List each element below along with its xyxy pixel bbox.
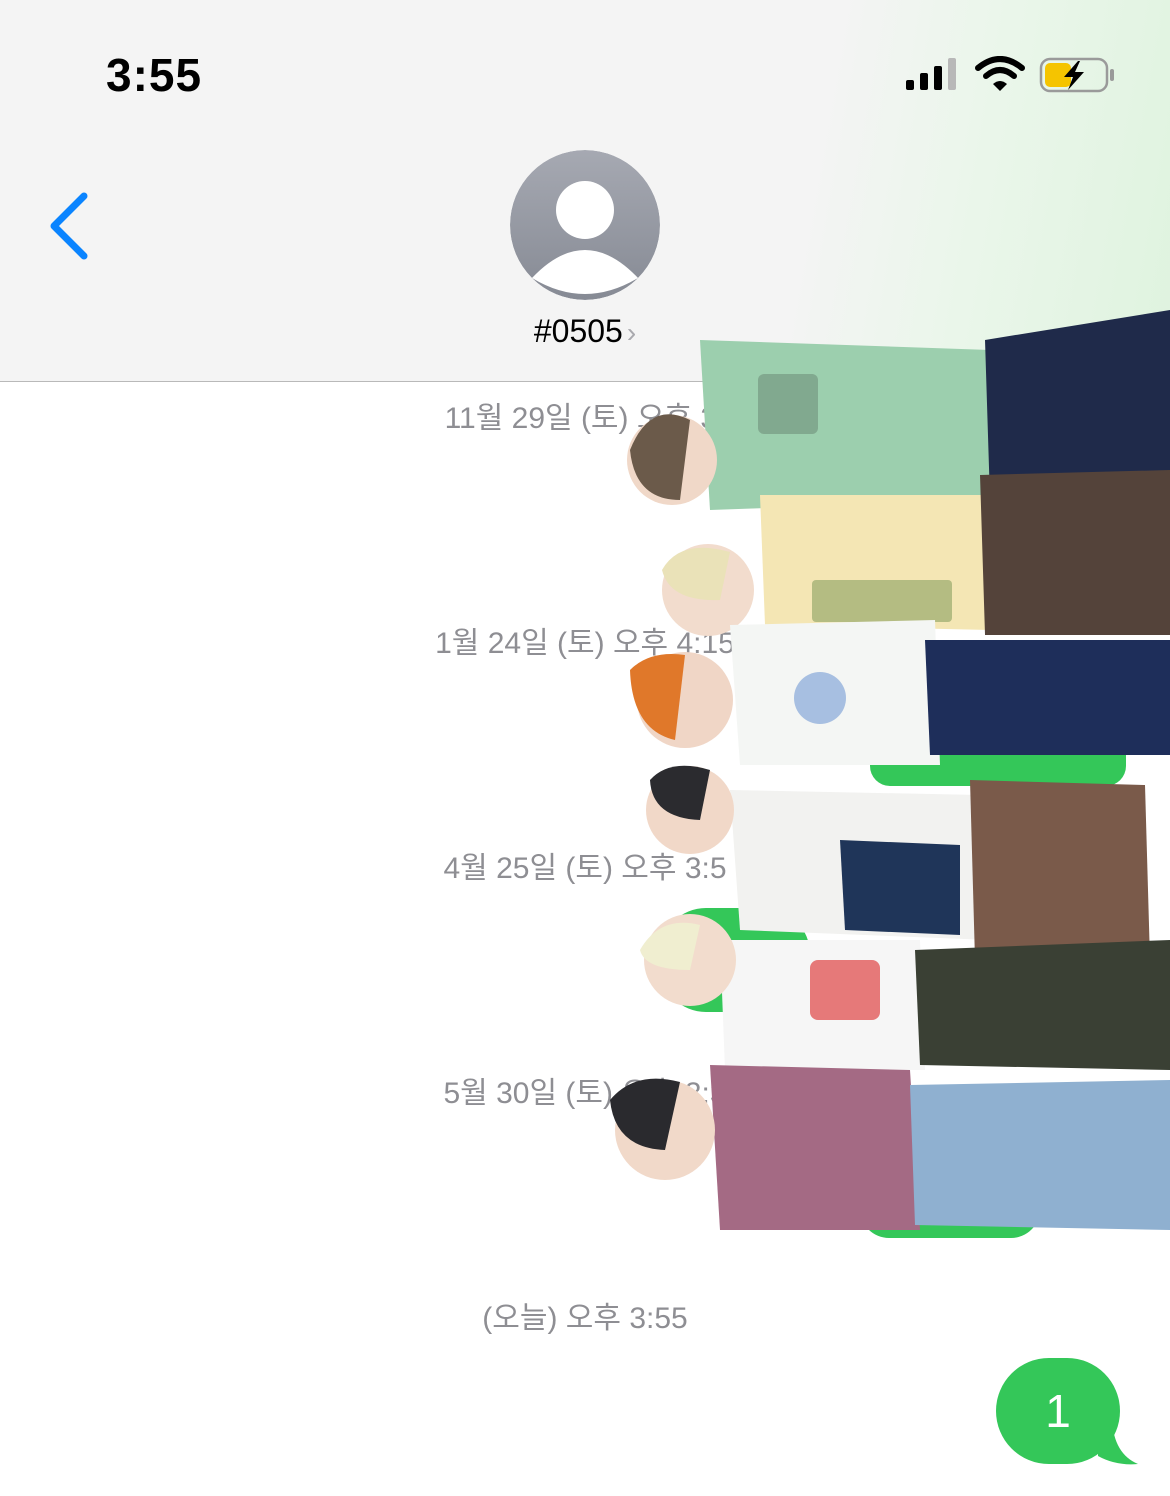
battery-charging-icon: [1039, 57, 1114, 93]
wifi-icon: [975, 56, 1025, 91]
back-button[interactable]: [40, 186, 100, 266]
status-time: 3:55: [106, 49, 203, 101]
bubble-tail: [1098, 1420, 1138, 1465]
person-figure: [610, 1065, 1170, 1230]
chevron-left-icon: [50, 192, 88, 260]
group-photo-overlay: [610, 310, 1170, 1230]
cellular-signal-icon: [906, 58, 956, 90]
message-timestamp: (오늘) 오후 3:55: [482, 1302, 688, 1335]
status-icons: [906, 56, 1114, 93]
person-figure: [630, 620, 1170, 765]
